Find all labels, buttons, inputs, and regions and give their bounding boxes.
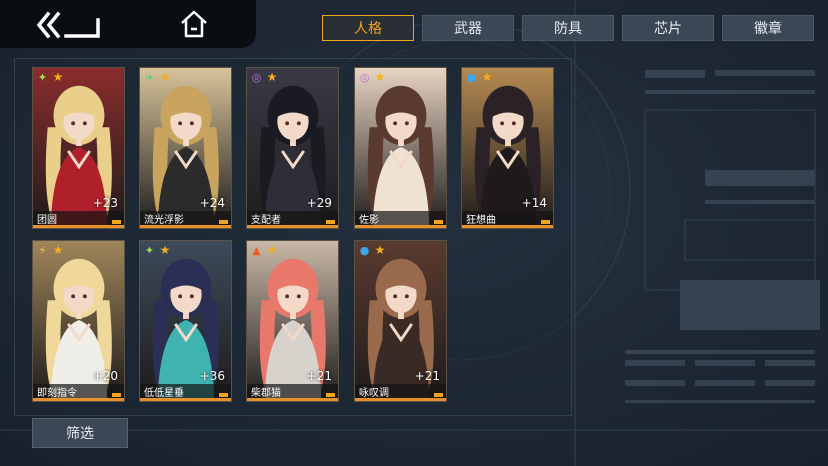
double-chevron-back-icon <box>36 11 100 39</box>
character-name: 低低星垂 <box>144 388 184 399</box>
rarity-marker <box>112 393 121 397</box>
character-name: 柴郡猫 <box>251 388 281 399</box>
enhance-level: +21 <box>414 369 440 383</box>
enhance-level: +36 <box>199 369 225 383</box>
character-name: 支配者 <box>251 215 281 226</box>
rarity-marker <box>219 393 228 397</box>
enhance-level: +24 <box>199 196 225 210</box>
hud-decoration <box>625 70 820 403</box>
character-name: 即刻指令 <box>37 388 77 399</box>
character-card[interactable]: ✦ ★ +36 低低星垂 <box>139 240 232 402</box>
category-tabs: 人格 武器 防具 芯片 徽章 <box>322 15 814 41</box>
tab-weapon[interactable]: 武器 <box>422 15 514 41</box>
star-icon: ★ <box>374 70 386 84</box>
enhance-level: +23 <box>92 196 118 210</box>
character-name: 流光浮影 <box>144 215 184 226</box>
rarity-marker <box>219 220 228 224</box>
top-bar <box>0 0 256 48</box>
star-icon: ★ <box>52 243 64 257</box>
spiral-icon: ◎ <box>359 71 370 84</box>
character-card[interactable]: ✦ ★ +23 团圆 <box>32 67 125 229</box>
rarity-marker <box>326 393 335 397</box>
card-stripe <box>462 225 553 228</box>
card-stripe <box>247 225 338 228</box>
rarity-marker <box>541 220 550 224</box>
character-card[interactable]: ▲ ★ +21 柴郡猫 <box>246 240 339 402</box>
character-card[interactable]: ● ★ +21 咏叹调 <box>354 240 447 402</box>
tab-chip[interactable]: 芯片 <box>622 15 714 41</box>
star-icon: ★ <box>52 70 64 84</box>
tab-badge[interactable]: 徽章 <box>722 15 814 41</box>
sparkle-icon: ✦ <box>37 71 48 84</box>
card-stripe <box>140 398 231 401</box>
character-name: 团圆 <box>37 215 57 226</box>
character-card[interactable]: ◎ ★ +29 支配者 <box>246 67 339 229</box>
card-stripe <box>355 225 446 228</box>
star-icon: ★ <box>266 243 278 257</box>
tab-personality[interactable]: 人格 <box>322 15 414 41</box>
rarity-marker <box>112 220 121 224</box>
water-drop-icon: ● <box>359 244 370 257</box>
star-icon: ★ <box>159 243 171 257</box>
home-icon <box>181 10 207 38</box>
star-icon: ★ <box>374 243 386 257</box>
card-stripe <box>33 398 124 401</box>
back-button[interactable] <box>34 10 104 40</box>
star-icon: ★ <box>266 70 278 84</box>
flame-icon: ▲ <box>252 244 261 257</box>
rarity-marker <box>434 220 443 224</box>
star-icon: ★ <box>159 70 171 84</box>
card-stripe <box>33 225 124 228</box>
character-name: 佐影 <box>359 215 379 226</box>
rarity-marker <box>326 220 335 224</box>
character-name: 狂想曲 <box>466 215 496 226</box>
star-icon: ★ <box>481 70 493 84</box>
home-button[interactable] <box>178 8 210 40</box>
card-stripe <box>355 398 446 401</box>
sparkle-icon: ✦ <box>144 244 155 257</box>
filter-button[interactable]: 筛选 <box>32 418 128 448</box>
enhance-level: +29 <box>306 196 332 210</box>
character-card[interactable]: ⚡ ★ +20 即刻指令 <box>32 240 125 402</box>
character-card[interactable]: ◎ ★ 佐影 <box>354 67 447 229</box>
tab-armor[interactable]: 防具 <box>522 15 614 41</box>
lightning-icon: ⚡ <box>38 244 47 257</box>
water-drop-icon: ● <box>466 71 477 84</box>
enhance-level: +14 <box>521 196 547 210</box>
enhance-level: +20 <box>92 369 118 383</box>
character-card[interactable]: ❧ ★ +24 流光浮影 <box>139 67 232 229</box>
card-stripe <box>140 225 231 228</box>
enhance-level: +21 <box>306 369 332 383</box>
character-name: 咏叹调 <box>359 388 389 399</box>
card-stripe <box>247 398 338 401</box>
spiral-icon: ◎ <box>251 71 262 84</box>
rarity-marker <box>434 393 443 397</box>
character-card[interactable]: ● ★ +14 狂想曲 <box>461 67 554 229</box>
leaf-icon: ❧ <box>144 71 155 84</box>
character-portrait <box>355 68 446 228</box>
